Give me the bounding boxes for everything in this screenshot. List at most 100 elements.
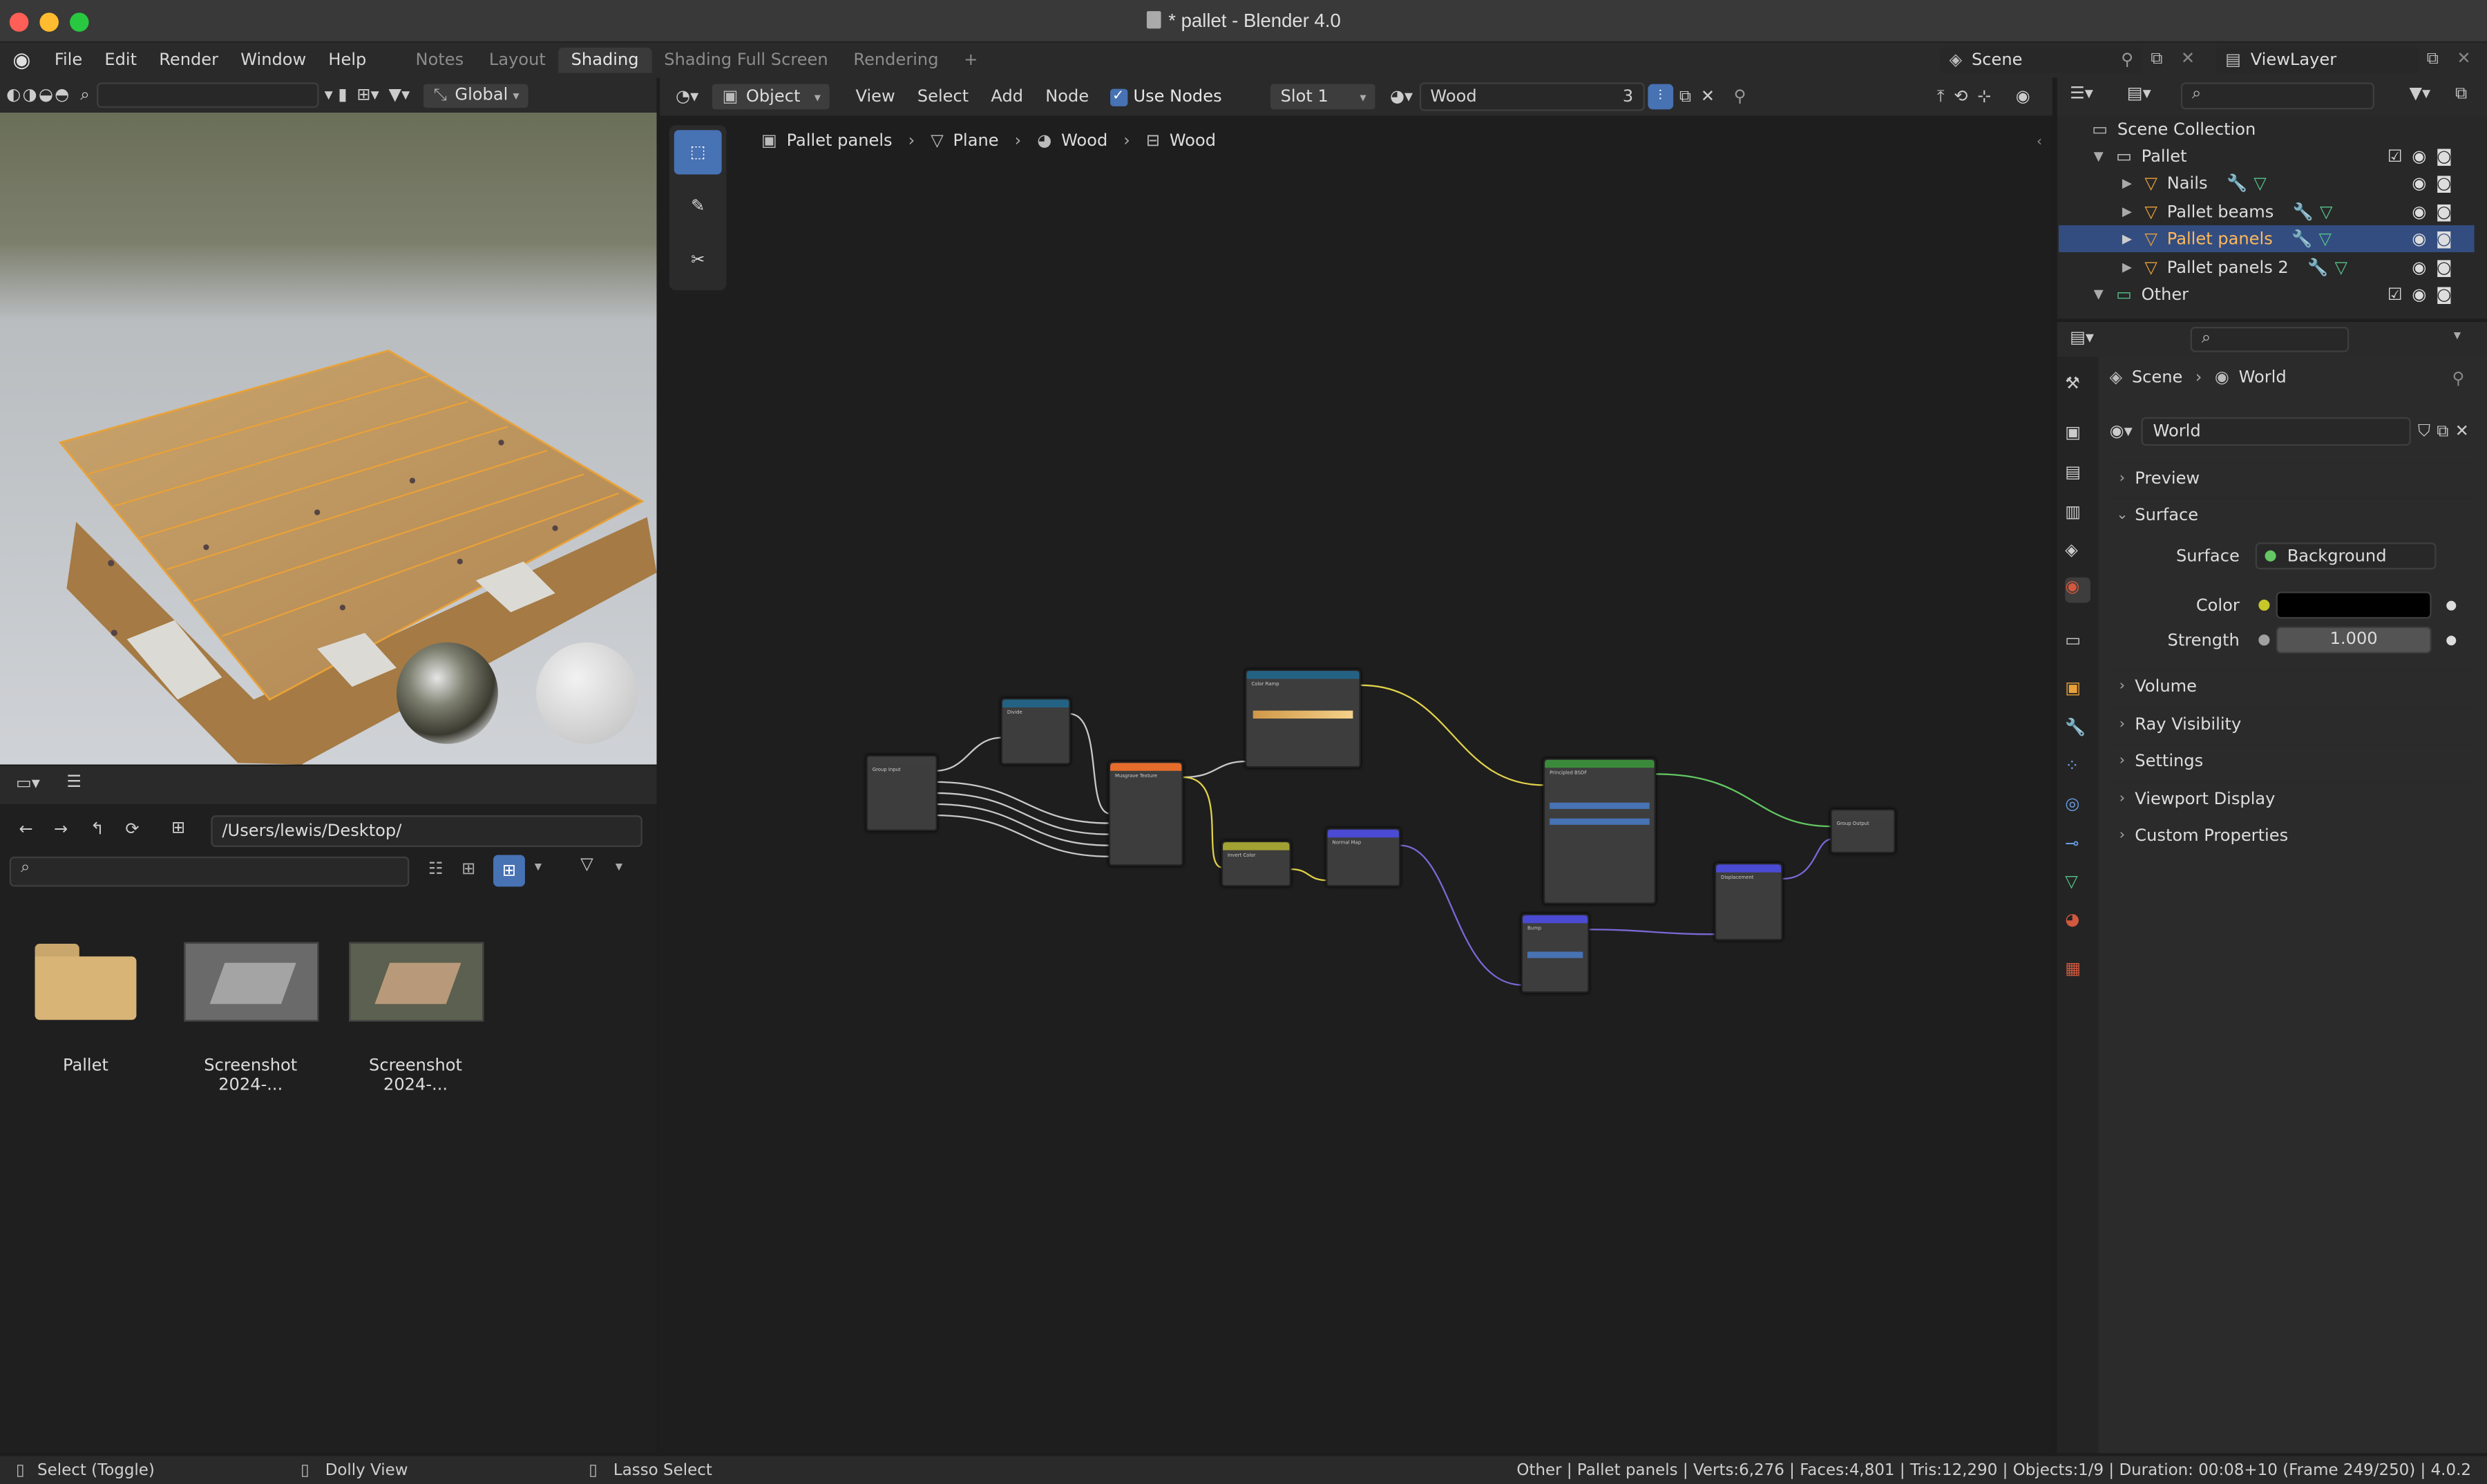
visibility-icons[interactable]: ◉◙ bbox=[2412, 173, 2461, 193]
surface-shader-dropdown[interactable]: Background bbox=[2255, 542, 2437, 570]
filter-chevron-icon[interactable]: ▾ bbox=[616, 859, 622, 875]
viewport-render[interactable] bbox=[0, 113, 657, 765]
visibility-icons[interactable]: ◉◙ bbox=[2412, 229, 2461, 249]
transform-orientation-dropdown[interactable]: ⤡ Global ▾ bbox=[422, 82, 531, 109]
viewport-search-icon[interactable]: ⌕ bbox=[80, 85, 90, 106]
panel-surface[interactable]: ⌄ Surface bbox=[2109, 497, 2475, 531]
render-tab-icon[interactable]: ▣ bbox=[2065, 424, 2090, 449]
new-collection-icon[interactable]: ⧉ bbox=[2455, 84, 2467, 105]
tool-tab-icon[interactable]: ⚒ bbox=[2065, 374, 2090, 400]
expand-arrow-icon[interactable]: ▶ bbox=[2122, 176, 2132, 191]
back-icon[interactable]: ← bbox=[19, 820, 33, 839]
world-browse-icon[interactable]: ◉▾ bbox=[2110, 422, 2133, 441]
outliner-row-pallet[interactable]: ▼ ▭ Pallet ☑◉◙ bbox=[2059, 143, 2475, 170]
duplicate-world-icon[interactable]: ⧉ bbox=[2437, 421, 2448, 442]
menu-hamburger-icon[interactable]: ☰ bbox=[66, 772, 82, 792]
tab-notes[interactable]: Notes bbox=[403, 48, 476, 73]
thumbnails-icon[interactable]: ⊞ bbox=[493, 855, 525, 887]
fake-user-shield-icon[interactable]: ⛉ bbox=[2418, 421, 2430, 442]
view-layer-selector[interactable]: ▤ ViewLayer bbox=[2214, 46, 2421, 75]
tab-layout[interactable]: Layout bbox=[477, 48, 559, 73]
color-socket-icon[interactable] bbox=[2258, 599, 2270, 611]
filter-icon[interactable]: ▼▾ bbox=[2409, 84, 2430, 104]
parent-directory-icon[interactable]: ↰ bbox=[90, 820, 104, 839]
pin-icon[interactable]: ⚲ bbox=[2121, 50, 2133, 70]
scene-tab-icon[interactable]: ◈ bbox=[2065, 541, 2090, 567]
math-node[interactable]: Divide bbox=[1000, 698, 1071, 765]
panel-volume[interactable]: › Volume bbox=[2109, 669, 2475, 703]
file-item-image[interactable]: Screenshot 2024-... bbox=[171, 938, 330, 1094]
color-ramp-node[interactable]: Color Ramp bbox=[1245, 669, 1361, 768]
displacement-node[interactable]: Displacement bbox=[1714, 862, 1783, 941]
outliner-row-scene-collection[interactable]: ▭ Scene Collection bbox=[2059, 116, 2475, 143]
outliner-search-field[interactable]: ⌕ bbox=[2180, 82, 2374, 110]
texture-tab-icon[interactable]: ▦ bbox=[2065, 960, 2090, 985]
path-field[interactable]: /Users/lewis/Desktop/ bbox=[211, 815, 642, 848]
panel-preview[interactable]: › Preview bbox=[2109, 462, 2475, 495]
visibility-icons[interactable]: ☑◉◙ bbox=[2388, 285, 2461, 304]
add-workspace-icon[interactable]: + bbox=[951, 48, 991, 73]
delete-view-layer-icon[interactable]: ✕ bbox=[2457, 49, 2470, 68]
expand-arrow-icon[interactable]: ▶ bbox=[2122, 231, 2132, 246]
color-ramp-bar[interactable] bbox=[1252, 710, 1353, 719]
outliner-row-other[interactable]: ▼ ▭ Other ☑◉◙ bbox=[2059, 280, 2475, 307]
visibility-icons[interactable]: ◉◙ bbox=[2412, 202, 2461, 222]
physics-tab-icon[interactable]: ◎ bbox=[2065, 795, 2090, 820]
tab-shading[interactable]: Shading bbox=[558, 47, 651, 73]
menu-window[interactable]: Window bbox=[229, 50, 317, 70]
particles-tab-icon[interactable]: ⁘ bbox=[2065, 757, 2090, 782]
properties-search-field[interactable]: ⌕ bbox=[2190, 326, 2350, 352]
3d-viewport[interactable]: ◐◑◒◓ ⌕ ▾ ▮ ⊞▾ ▼▾ ⤡ Global ▾ bbox=[0, 77, 657, 765]
panel-custom-properties[interactable]: › Custom Properties bbox=[2109, 818, 2475, 852]
editor-type-icon[interactable]: ☰▾ bbox=[2070, 84, 2093, 104]
display-mode-icon[interactable]: ▤▾ bbox=[2127, 84, 2151, 104]
file-search-field[interactable]: ⌕ bbox=[9, 856, 410, 887]
tab-shading-full-screen[interactable]: Shading Full Screen bbox=[651, 48, 841, 73]
vertical-list-icon[interactable]: ☷ bbox=[428, 859, 444, 879]
expand-arrow-icon[interactable]: ▼ bbox=[2094, 149, 2104, 164]
filter-icon[interactable]: ▼▾ bbox=[389, 86, 410, 105]
constraints-tab-icon[interactable]: ⊸ bbox=[2065, 835, 2090, 860]
color-swatch[interactable] bbox=[2276, 591, 2432, 619]
new-folder-icon[interactable]: ⊞ bbox=[171, 819, 185, 838]
material-tab-icon[interactable]: ◕ bbox=[2065, 911, 2090, 936]
menu-edit[interactable]: Edit bbox=[93, 50, 148, 70]
normal-map-node[interactable]: Normal Map bbox=[1326, 828, 1401, 887]
bookmark-icon[interactable]: ▾ ▮ bbox=[325, 86, 347, 105]
scene-selector[interactable]: ◈ Scene ⚲ bbox=[1938, 46, 2145, 75]
view-layer-tab-icon[interactable]: ▥ bbox=[2065, 503, 2090, 529]
filter-icon[interactable]: ▽ bbox=[580, 855, 593, 874]
world-name-field[interactable]: World bbox=[2142, 417, 2412, 446]
panel-viewport-display[interactable]: › Viewport Display bbox=[2109, 781, 2475, 815]
menu-render[interactable]: Render bbox=[148, 50, 229, 70]
expand-arrow-icon[interactable]: ▼ bbox=[2094, 287, 2104, 302]
display-size-chevron-icon[interactable]: ▾ bbox=[535, 859, 542, 875]
shader-node-editor[interactable]: ◔▾ ▣ Object ▾ View Select Add Node ✓ Use… bbox=[660, 77, 2052, 1454]
panel-ray-visibility[interactable]: › Ray Visibility bbox=[2109, 707, 2475, 741]
unlink-world-icon[interactable]: ✕ bbox=[2455, 422, 2469, 441]
file-item-image[interactable]: Screenshot 2024-... bbox=[336, 938, 495, 1094]
forward-icon[interactable]: → bbox=[54, 820, 68, 839]
modifier-tab-icon[interactable]: 🔧 bbox=[2065, 717, 2090, 743]
visibility-icons[interactable]: ☑◉◙ bbox=[2388, 146, 2461, 166]
editor-type-icon[interactable]: ▤▾ bbox=[2070, 328, 2094, 348]
object-tab-icon[interactable]: ▣ bbox=[2065, 679, 2090, 705]
value-socket-icon[interactable] bbox=[2258, 634, 2270, 646]
viewport-search-field[interactable] bbox=[96, 82, 318, 108]
bump-node[interactable]: Bump bbox=[1521, 913, 1590, 993]
keyframe-dot-icon[interactable]: ● bbox=[2446, 598, 2457, 613]
horizontal-list-icon[interactable]: ⊞ bbox=[461, 859, 475, 879]
refresh-icon[interactable]: ⟳ bbox=[125, 820, 139, 839]
visibility-icons[interactable]: ◉◙ bbox=[2412, 258, 2461, 277]
output-tab-icon[interactable]: ▤ bbox=[2065, 463, 2090, 488]
menu-file[interactable]: File bbox=[44, 50, 94, 70]
outliner-row-pallet-panels[interactable]: ▶ ▽ Pallet panels 🔧 ▽ ◉◙ bbox=[2059, 225, 2475, 253]
outliner-row-pallet-beams[interactable]: ▶ ▽ Pallet beams 🔧 ▽ ◉◙ bbox=[2059, 198, 2475, 225]
shading-mode-icons[interactable]: ◐◑◒◓ bbox=[6, 86, 70, 105]
expand-arrow-icon[interactable]: ▶ bbox=[2122, 204, 2132, 219]
principled-bsdf-node[interactable]: Principled BSDF bbox=[1543, 758, 1656, 904]
outliner-row-pallet-panels-2[interactable]: ▶ ▽ Pallet panels 2 🔧 ▽ ◉◙ bbox=[2059, 254, 2475, 280]
collection-tab-icon[interactable]: ▭ bbox=[2065, 631, 2090, 657]
file-item-folder[interactable]: Pallet bbox=[6, 938, 165, 1081]
outliner-row-nails[interactable]: ▶ ▽ Nails 🔧 ▽ ◉◙ bbox=[2059, 170, 2475, 197]
